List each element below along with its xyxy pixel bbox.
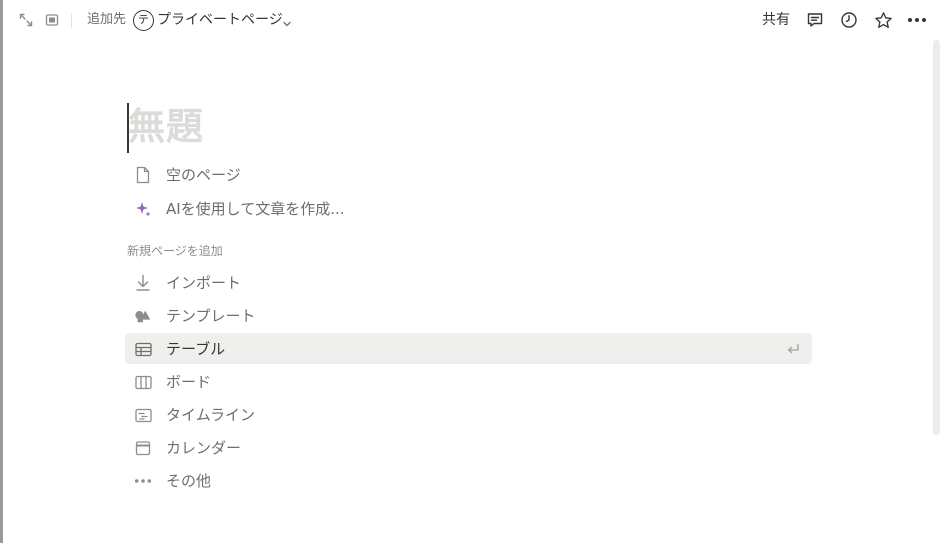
comment-icon[interactable] xyxy=(803,8,827,32)
quick-action-ai-write[interactable]: AIを使用して文章を作成... xyxy=(125,193,812,224)
option-label: カレンダー xyxy=(166,439,242,457)
workspace-avatar[interactable]: テ xyxy=(133,10,154,31)
add-option-table[interactable]: テーブル xyxy=(125,333,812,364)
share-button[interactable]: 共有 xyxy=(762,10,790,30)
option-label: タイムライン xyxy=(166,406,255,424)
add-option-calendar[interactable]: カレンダー xyxy=(125,432,812,463)
option-label: その他 xyxy=(166,472,212,490)
add-option-more[interactable]: その他 xyxy=(125,465,812,496)
add-option-import[interactable]: インポート xyxy=(125,267,812,298)
option-label: ボード xyxy=(166,373,212,391)
section-heading: 新規ページを追加 xyxy=(127,244,223,258)
expand-arrows-icon[interactable] xyxy=(14,8,38,32)
option-label: テンプレート xyxy=(166,307,256,325)
more-dots-icon xyxy=(134,472,152,490)
window-left-edge xyxy=(0,0,3,543)
template-shapes-icon xyxy=(134,307,152,325)
calendar-icon xyxy=(134,439,152,457)
add-option-template[interactable]: テンプレート xyxy=(125,300,812,331)
topbar-divider xyxy=(71,13,72,28)
import-arrow-icon xyxy=(134,274,152,292)
table-icon xyxy=(134,340,152,358)
add-option-timeline[interactable]: タイムライン xyxy=(125,399,812,430)
quick-action-blank-page[interactable]: 空のページ xyxy=(125,159,812,190)
timeline-icon xyxy=(134,406,152,424)
blank-page-icon xyxy=(134,166,152,184)
option-label: テーブル xyxy=(166,340,226,358)
add-option-board[interactable]: ボード xyxy=(125,366,812,397)
ai-sparkle-icon xyxy=(134,200,152,218)
option-label: インポート xyxy=(166,274,242,292)
topbar: 追加先 テ プライベートページ 共有 xyxy=(0,0,940,40)
quick-action-label: AIを使用して文章を作成... xyxy=(166,200,345,218)
history-clock-icon[interactable] xyxy=(837,8,861,32)
quick-action-label: 空のページ xyxy=(166,166,241,184)
board-icon xyxy=(134,373,152,391)
breadcrumb-prefix: 追加先 xyxy=(87,12,127,27)
star-icon[interactable] xyxy=(871,8,895,32)
chevron-down-icon[interactable] xyxy=(282,14,292,33)
enter-return-icon xyxy=(786,341,800,360)
page-title-input[interactable]: 無題 xyxy=(128,104,204,150)
scrollbar[interactable] xyxy=(933,40,940,435)
more-horizontal-icon[interactable] xyxy=(905,8,929,32)
page-location-dropdown[interactable]: プライベートページ xyxy=(157,10,283,30)
side-peek-icon[interactable] xyxy=(40,8,64,32)
